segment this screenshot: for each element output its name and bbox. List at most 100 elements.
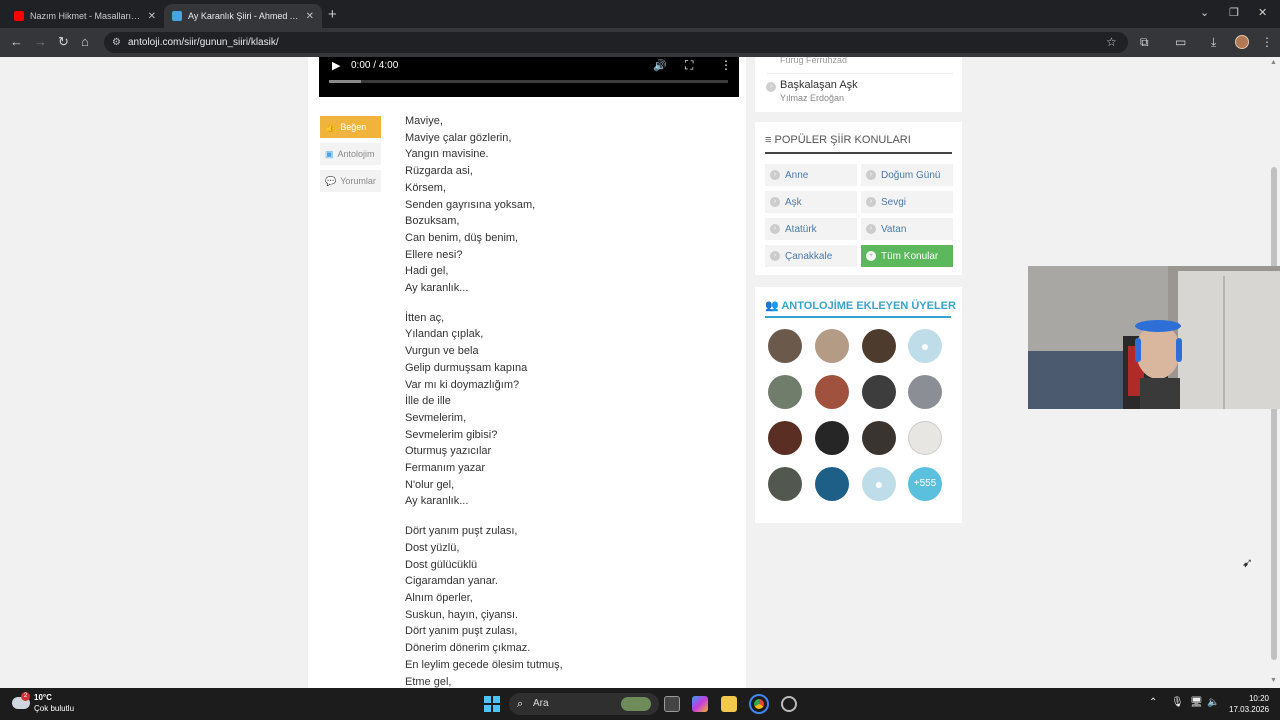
poem-text: Maviye, Maviye çalar gözlerin, Yangın mavi…: [405, 113, 735, 688]
home-icon[interactable]: ⌂: [81, 34, 89, 49]
widget-thumbnail-icon[interactable]: [621, 697, 651, 711]
star-icon[interactable]: ☆: [1106, 35, 1117, 49]
poem-line: Cigaramdan yanar.: [405, 575, 498, 588]
all-topics-button[interactable]: + Tüm Konular: [861, 245, 953, 267]
system-clock[interactable]: 10:20 17.03.2026: [1229, 693, 1269, 715]
antolojim-button[interactable]: ▣ Antolojim: [320, 143, 381, 165]
task-view-icon[interactable]: [664, 696, 680, 712]
comments-button[interactable]: 💬 Yorumlar: [320, 170, 381, 192]
poem-line: İlle de ille: [405, 395, 451, 408]
close-tab-icon[interactable]: ✕: [306, 11, 314, 22]
member-avatar[interactable]: [908, 421, 942, 455]
like-button[interactable]: 👍 Beğen: [320, 116, 381, 138]
play-icon[interactable]: ▶: [332, 59, 340, 72]
more-members-button[interactable]: +555: [908, 467, 942, 501]
profile-avatar[interactable]: [1235, 35, 1249, 49]
address-bar[interactable]: ⚙ antoloji.com/siir/gunun_siiri/klasik/: [104, 32, 1128, 53]
member-avatar[interactable]: [815, 421, 849, 455]
audio-time: 0:00 / 4:00: [351, 60, 399, 71]
back-icon[interactable]: ←: [10, 34, 23, 49]
member-avatar[interactable]: [768, 375, 802, 409]
clock-date: 17.03.2026: [1229, 705, 1270, 714]
webcam-feed-image: [1028, 266, 1280, 409]
scrollbar-thumb[interactable]: [1271, 167, 1277, 660]
temperature: 10°C: [34, 693, 52, 702]
divider: [767, 73, 953, 74]
show-hidden-icons-icon[interactable]: ⌃: [1149, 697, 1157, 708]
members-title: 👥 ANTOLOJİME EKLEYEN ÜYELER: [765, 299, 956, 312]
reload-icon[interactable]: ↻: [58, 34, 69, 50]
member-avatar[interactable]: [768, 467, 802, 501]
member-avatar[interactable]: [862, 329, 896, 363]
chrome-icon[interactable]: [749, 694, 769, 714]
member-avatar[interactable]: [815, 375, 849, 409]
member-avatar[interactable]: [908, 375, 942, 409]
topic-dogum-gunu[interactable]: › Doğum Günü: [861, 164, 953, 186]
mouse-cursor-icon: ➹: [1242, 555, 1253, 570]
poem-line: Var mı ki doymazlığım?: [405, 378, 520, 391]
download-icon[interactable]: ⤓: [1211, 35, 1216, 50]
windows-start-icon[interactable]: [484, 696, 500, 712]
poem-line: Dört yanım puşt zulası,: [405, 525, 518, 538]
web-page: ▶ 0:00 / 4:00 🔊 ⛶ ⋮ 👍 Beğen ▣ Antolojim …: [0, 57, 1280, 688]
member-avatar[interactable]: [815, 329, 849, 363]
topic-ataturk[interactable]: › Atatürk: [765, 218, 857, 240]
reading-mode-icon[interactable]: ▭: [1175, 35, 1186, 49]
tab-search-icon[interactable]: ⌄: [1200, 6, 1209, 19]
title-underline: [765, 152, 952, 154]
topic-anne[interactable]: › Anne: [765, 164, 857, 186]
audio-player[interactable]: ▶ 0:00 / 4:00 🔊 ⛶ ⋮: [319, 57, 739, 97]
users-icon: 👥: [765, 300, 779, 312]
menu-icon[interactable]: ⋮: [1261, 35, 1273, 49]
chevron-right-icon: ›: [866, 170, 876, 180]
browser-toolbar: ← → ↻ ⌂ ⚙ antoloji.com/siir/gunun_siiri/…: [0, 28, 1280, 57]
topic-label: Anne: [785, 169, 809, 181]
antolojim-label: Antolojim: [337, 149, 375, 159]
member-avatar[interactable]: [768, 329, 802, 363]
poem-line: Senden gayrısına yoksam,: [405, 198, 536, 211]
tab-antoloji[interactable]: Ay Karanlık Şiiri - Ahmed Arif ✕: [164, 4, 322, 28]
related-poem-author[interactable]: Yılmaz Erdoğan: [780, 93, 844, 103]
new-tab-icon[interactable]: +: [328, 6, 337, 23]
topic-label: Atatürk: [785, 223, 817, 235]
tab-youtube[interactable]: Nazım Hikmet - Masalların Ma... ✕: [6, 4, 164, 28]
scroll-down-icon[interactable]: ▼: [1270, 677, 1277, 684]
member-avatar-default[interactable]: ●: [908, 329, 942, 363]
volume-icon[interactable]: 🔈: [1207, 697, 1219, 708]
close-window-icon[interactable]: ✕: [1258, 6, 1267, 19]
file-explorer-icon[interactable]: [721, 696, 737, 712]
extensions-icon[interactable]: ⧉: [1140, 35, 1149, 50]
member-avatar[interactable]: [768, 421, 802, 455]
member-avatar[interactable]: [815, 467, 849, 501]
site-info-icon[interactable]: ⚙: [112, 32, 121, 53]
topic-vatan[interactable]: › Vatan: [861, 218, 953, 240]
fullscreen-icon[interactable]: ⛶: [685, 58, 693, 73]
forward-icon[interactable]: →: [34, 34, 47, 49]
scroll-up-icon[interactable]: ▲: [1270, 59, 1277, 66]
copilot-icon[interactable]: [692, 696, 708, 712]
topic-sevgi[interactable]: › Sevgi: [861, 191, 953, 213]
audio-seekbar[interactable]: [329, 80, 728, 83]
close-tab-icon[interactable]: ✕: [148, 11, 156, 22]
poem-line: Ellere nesi?: [405, 248, 463, 261]
related-poem-link[interactable]: Başkalaşan Aşk: [780, 79, 858, 91]
poem-line: Maviye,: [405, 115, 443, 127]
poem-line: Dost yüzlü,: [405, 541, 460, 554]
microphone-icon[interactable]: 🎙: [1171, 697, 1184, 708]
volume-icon[interactable]: 🔊: [653, 59, 667, 72]
member-avatar-default[interactable]: ●: [862, 467, 896, 501]
poem-line: Sevmelerim gibisi?: [405, 428, 498, 441]
poem-line: Vurgun ve bela: [405, 345, 479, 358]
tab-strip: Nazım Hikmet - Masalların Ma... ✕ Ay Kar…: [0, 0, 1280, 28]
member-avatar[interactable]: [862, 421, 896, 455]
weather-badge: 2: [21, 692, 30, 701]
topic-ask[interactable]: › Aşk: [765, 191, 857, 213]
more-options-icon[interactable]: ⋮: [720, 58, 732, 72]
obs-icon[interactable]: [781, 696, 797, 712]
member-avatar[interactable]: [862, 375, 896, 409]
related-poems-card: Furug Ferruhzad › Başkalaşan Aşk Yılmaz …: [755, 57, 962, 112]
restore-window-icon[interactable]: ❐: [1229, 6, 1239, 19]
topic-canakkale[interactable]: › Çanakkale: [765, 245, 857, 267]
poem-line: Sevmelerim,: [405, 411, 467, 424]
network-icon[interactable]: 🖥: [1190, 697, 1203, 708]
